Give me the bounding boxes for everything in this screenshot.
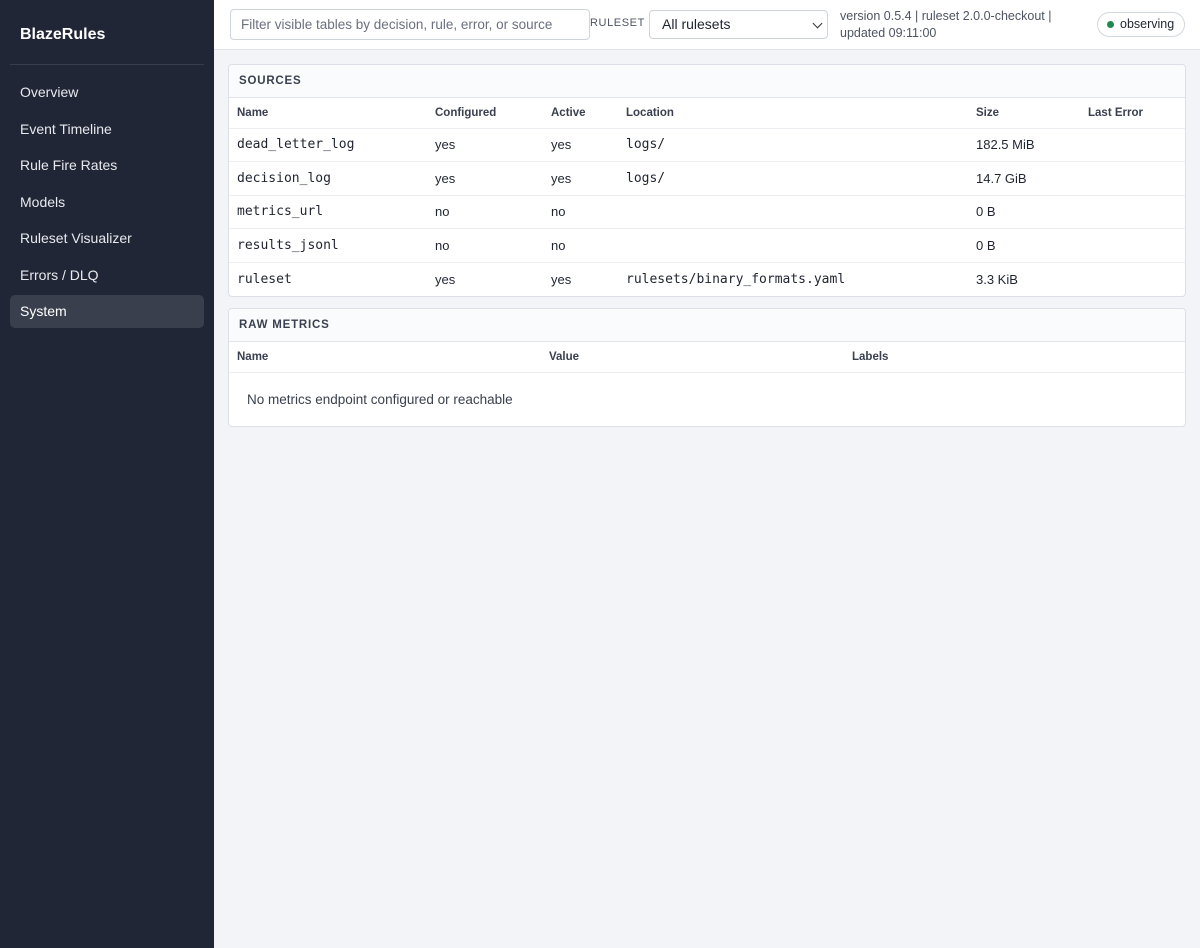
sidebar-item-errors-dlq[interactable]: Errors / DLQ <box>10 259 204 292</box>
table-row: dead_letter_log yes yes logs/ 182.5 MiB <box>229 128 1185 163</box>
source-last-error <box>1080 128 1185 163</box>
version-line: version 0.5.4 | ruleset 2.0.0-checkout | <box>840 9 1052 23</box>
sidebar: BlazeRules Overview Event Timeline Rule … <box>0 0 214 948</box>
source-active: no <box>543 195 618 230</box>
source-active: yes <box>551 271 572 287</box>
source-configured: no <box>427 228 543 263</box>
source-last-error <box>1080 228 1185 263</box>
sidebar-item-overview[interactable]: Overview <box>10 76 204 109</box>
status-dot-icon <box>1107 21 1114 28</box>
raw-metrics-title: RAW METRICS <box>229 309 1185 342</box>
source-configured: yes <box>435 271 456 287</box>
empty-state-row: No metrics endpoint configured or reacha… <box>229 372 1185 426</box>
column-header: Name <box>229 342 541 373</box>
filter-input[interactable] <box>230 9 590 40</box>
column-header: Configured <box>427 98 543 129</box>
source-configured: yes <box>427 161 543 196</box>
column-header: Name <box>229 98 427 129</box>
source-size: 3.3 KiB <box>976 271 1018 287</box>
empty-state-message: No metrics endpoint configured or reacha… <box>247 391 513 407</box>
ruleset-select[interactable]: All rulesets <box>649 10 828 39</box>
source-name: metrics_url <box>229 195 427 230</box>
raw-metrics-panel: RAW METRICS Name Value Labels No metrics… <box>228 308 1186 427</box>
source-active: yes <box>543 161 618 196</box>
app-title: BlazeRules <box>10 0 204 65</box>
column-header: Last Error <box>1080 98 1185 129</box>
table-row: results_jsonl no no 0 B <box>229 228 1185 263</box>
source-last-error <box>1080 161 1185 196</box>
source-location <box>618 228 968 263</box>
source-size: 14.7 GiB <box>968 161 1080 196</box>
source-name: results_jsonl <box>229 228 427 263</box>
source-configured: yes <box>427 128 543 163</box>
sidebar-item-models[interactable]: Models <box>10 186 204 219</box>
source-last-error <box>1080 195 1185 230</box>
sidebar-item-rule-fire-rates[interactable]: Rule Fire Rates <box>10 149 204 182</box>
source-size: 0 B <box>968 228 1080 263</box>
table-row: metrics_url no no 0 B <box>229 195 1185 230</box>
status-text: observing <box>1120 17 1175 31</box>
sources-title: SOURCES <box>229 65 1185 98</box>
sidebar-item-event-timeline[interactable]: Event Timeline <box>10 113 204 146</box>
source-name: dead_letter_log <box>229 128 427 163</box>
source-location <box>618 195 968 230</box>
source-location: logs/ <box>618 128 968 163</box>
column-header: Location <box>618 98 968 129</box>
source-last-error <box>1080 262 1185 296</box>
sources-panel: SOURCES Name Configured Active Location … <box>228 64 1186 297</box>
column-header: Value <box>541 342 844 373</box>
table-row: decision_log yes yes logs/ 14.7 GiB <box>229 161 1185 196</box>
top-bar: RULESET All rulesets version 0.5.4 | rul… <box>214 0 1200 50</box>
table-header-row: Name Configured Active Location Size Las… <box>229 98 1185 129</box>
source-active: no <box>543 228 618 263</box>
column-header: Labels <box>844 342 1185 373</box>
source-size: 182.5 MiB <box>968 128 1080 163</box>
source-name: decision_log <box>229 161 427 196</box>
table-header-row: Name Value Labels <box>229 342 1185 373</box>
status-badge: observing <box>1097 12 1186 37</box>
table-row: ruleset yes yes rulesets/binary_formats.… <box>229 262 1185 296</box>
version-info: version 0.5.4 | ruleset 2.0.0-checkout |… <box>840 8 1080 42</box>
column-header: Active <box>543 98 618 129</box>
source-configured: no <box>427 195 543 230</box>
column-header: Size <box>968 98 1080 129</box>
source-size: 0 B <box>968 195 1080 230</box>
sources-table: Name Configured Active Location Size Las… <box>229 98 1185 296</box>
updated-line: updated 09:11:00 <box>840 26 937 40</box>
raw-metrics-table: Name Value Labels No metrics endpoint co… <box>229 342 1185 426</box>
source-name: ruleset <box>237 271 292 287</box>
ruleset-select-value: All rulesets <box>662 16 731 32</box>
sidebar-item-ruleset-visualizer[interactable]: Ruleset Visualizer <box>10 222 204 255</box>
sidebar-item-system[interactable]: System <box>10 295 204 328</box>
source-location: rulesets/binary_formats.yaml <box>626 271 846 287</box>
source-active: yes <box>543 128 618 163</box>
ruleset-label: RULESET <box>590 17 645 29</box>
source-location: logs/ <box>618 161 968 196</box>
chevron-down-icon <box>812 18 823 29</box>
